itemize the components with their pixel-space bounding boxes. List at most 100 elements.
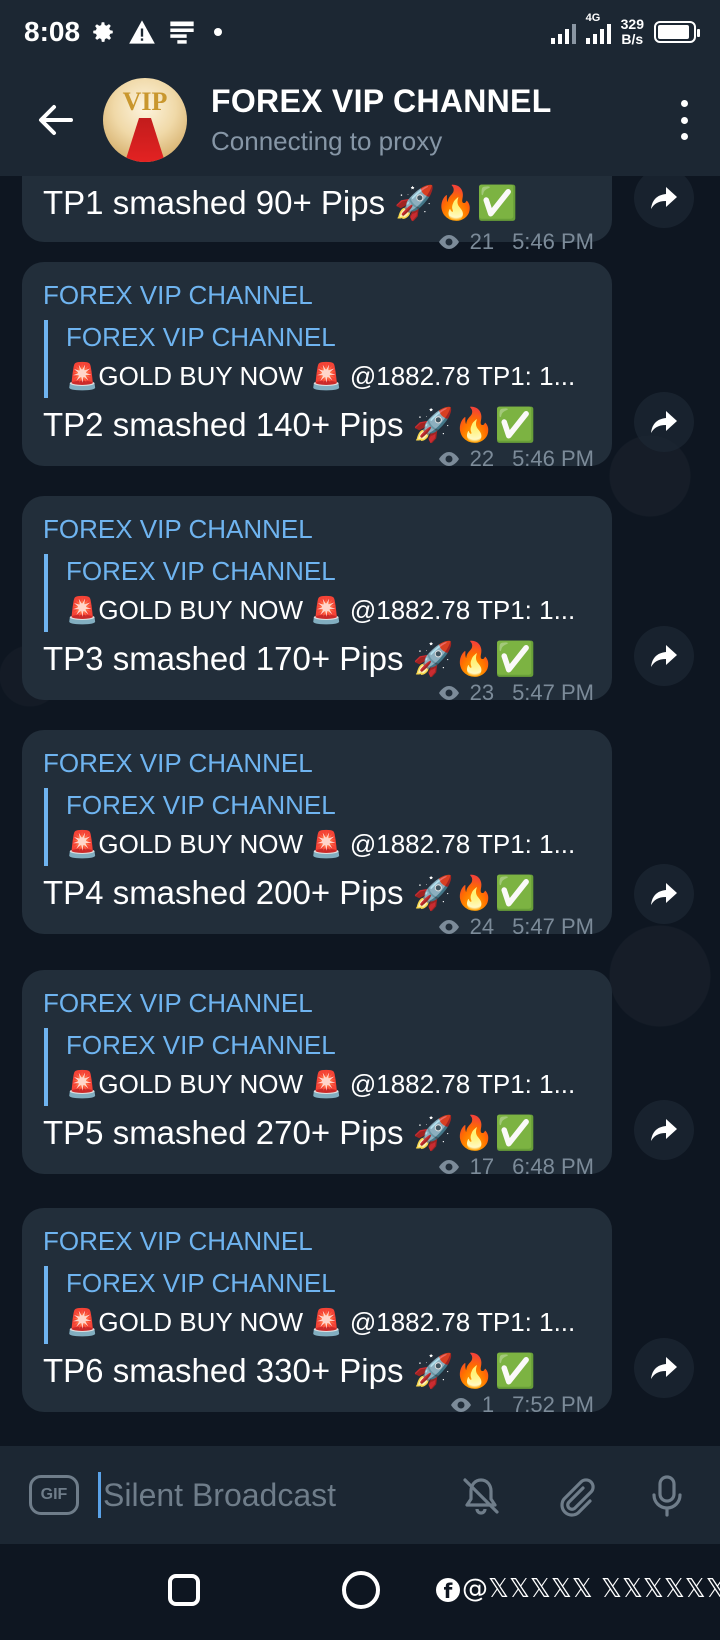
- home-button[interactable]: [342, 1571, 380, 1609]
- gif-button[interactable]: GIF: [29, 1475, 79, 1515]
- forward-button[interactable]: [634, 1338, 694, 1398]
- watermark-text: @𝕏𝕏𝕏𝕏𝕏 𝕏𝕏𝕏𝕏𝕏𝕏: [462, 1574, 720, 1604]
- speed-value: 329: [620, 16, 644, 32]
- reply-quote[interactable]: FOREX VIP CHANNEL 🚨GOLD BUY NOW 🚨 @1882.…: [44, 320, 592, 398]
- wifi-signal-icon: [550, 20, 576, 44]
- reply-quote[interactable]: FOREX VIP CHANNEL 🚨GOLD BUY NOW 🚨 @1882.…: [44, 1266, 592, 1344]
- channel-title: FOREX VIP CHANNEL: [211, 83, 552, 119]
- quote-sender: FOREX VIP CHANNEL: [66, 322, 336, 352]
- back-button[interactable]: [23, 88, 87, 152]
- view-count: 22: [469, 446, 495, 471]
- quote-sender: FOREX VIP CHANNEL: [66, 556, 336, 586]
- forward-button[interactable]: [634, 1100, 694, 1160]
- quote-text: 🚨GOLD BUY NOW 🚨 @1882.78 TP1: 1...: [66, 829, 576, 859]
- facebook-icon: f: [436, 1577, 460, 1603]
- silent-broadcast-toggle[interactable]: [458, 1473, 504, 1519]
- views-eye-icon: [450, 1398, 471, 1412]
- network-speed: 329 B/s: [621, 17, 644, 47]
- status-time: 8:08: [24, 16, 81, 47]
- quote-text: 🚨GOLD BUY NOW 🚨 @1882.78 TP1: 1...: [66, 1069, 576, 1099]
- share-arrow-icon: [651, 411, 677, 433]
- channel-status: Connecting to proxy: [211, 126, 443, 156]
- view-count: 21: [469, 229, 495, 254]
- message-time: 5:47 PM: [512, 680, 594, 705]
- message-meta: 24 5:47 PM: [436, 914, 594, 940]
- quote-sender: FOREX VIP CHANNEL: [66, 790, 336, 820]
- message-sender: FOREX VIP CHANNEL: [43, 280, 313, 310]
- views-eye-icon: [438, 1160, 459, 1174]
- message-time: 7:52 PM: [512, 1392, 594, 1417]
- reply-quote[interactable]: FOREX VIP CHANNEL 🚨GOLD BUY NOW 🚨 @1882.…: [44, 1028, 592, 1106]
- share-arrow-icon: [651, 883, 677, 905]
- message-input-bar: GIF Silent Broadcast: [0, 1446, 720, 1544]
- quote-sender: FOREX VIP CHANNEL: [66, 1030, 336, 1060]
- quote-text: 🚨GOLD BUY NOW 🚨 @1882.78 TP1: 1...: [66, 595, 576, 625]
- message-meta: 21 5:46 PM: [436, 229, 594, 255]
- message-sender: FOREX VIP CHANNEL: [43, 988, 313, 1018]
- voice-record-button[interactable]: [644, 1473, 690, 1519]
- warning-icon: [129, 20, 155, 44]
- message-bubble[interactable]: FOREX VIP CHANNEL FOREX VIP CHANNEL 🚨GOL…: [22, 730, 612, 939]
- speed-unit: B/s: [621, 31, 644, 47]
- message-sender: FOREX VIP CHANNEL: [43, 748, 313, 778]
- share-arrow-icon: [651, 1119, 677, 1141]
- reply-quote[interactable]: FOREX VIP CHANNEL 🚨GOLD BUY NOW 🚨 @1882.…: [44, 554, 592, 632]
- message-sender: FOREX VIP CHANNEL: [43, 1226, 313, 1256]
- message-time: 6:48 PM: [512, 1154, 594, 1179]
- network-type-label: 4G: [585, 12, 601, 24]
- status-system-icons: 4G 329 B/s: [550, 12, 700, 47]
- notification-dot: [214, 28, 223, 36]
- input-placeholder: Silent Broadcast: [103, 1476, 337, 1513]
- avatar-vip-text: VIP: [122, 87, 168, 116]
- recent-apps-button[interactable]: [168, 1574, 200, 1606]
- views-eye-icon: [438, 452, 459, 466]
- arrow-left-icon: [39, 105, 73, 135]
- message-bubble[interactable]: FOREX VIP CHANNEL FOREX VIP CHANNEL 🚨GOL…: [22, 496, 612, 705]
- message-meta: 1 7:52 PM: [448, 1392, 594, 1418]
- channel-avatar[interactable]: VIP: [103, 78, 187, 162]
- share-arrow-icon: [651, 645, 677, 667]
- message-meta: 22 5:46 PM: [436, 446, 594, 472]
- bell-off-icon: [463, 1478, 499, 1515]
- dot-icon: [680, 116, 688, 124]
- message-text: TP5 smashed 270+ Pips 🚀🔥✅: [43, 1114, 536, 1151]
- forward-button[interactable]: [634, 864, 694, 924]
- view-count: 23: [469, 680, 495, 705]
- message-time: 5:46 PM: [512, 229, 594, 254]
- view-count: 1: [481, 1392, 495, 1417]
- views-eye-icon: [438, 920, 459, 934]
- view-count: 17: [469, 1154, 495, 1179]
- views-eye-icon: [438, 235, 459, 249]
- red-carpet-graphic: [125, 118, 165, 162]
- share-arrow-icon: [651, 1357, 677, 1379]
- quote-text: 🚨GOLD BUY NOW 🚨 @1882.78 TP1: 1...: [66, 361, 576, 391]
- header-text[interactable]: FOREX VIP CHANNEL Connecting to proxy: [211, 83, 552, 157]
- message-bubble[interactable]: FOREX VIP CHANNEL FOREX VIP CHANNEL 🚨GOL…: [22, 1208, 612, 1417]
- message-text: TP1 smashed 90+ Pips 🚀🔥✅: [43, 184, 518, 221]
- chat-area[interactable]: TP1 smashed 90+ Pips 🚀🔥✅ 21 5:46 PM FORE…: [0, 176, 720, 1446]
- message-sender: FOREX VIP CHANNEL: [43, 514, 313, 544]
- forward-button[interactable]: [634, 626, 694, 686]
- reply-quote[interactable]: FOREX VIP CHANNEL 🚨GOLD BUY NOW 🚨 @1882.…: [44, 788, 592, 866]
- quote-text: 🚨GOLD BUY NOW 🚨 @1882.78 TP1: 1...: [66, 1307, 576, 1337]
- attach-button[interactable]: [552, 1473, 598, 1519]
- message-text: TP4 smashed 200+ Pips 🚀🔥✅: [43, 874, 536, 911]
- message-text: TP3 smashed 170+ Pips 🚀🔥✅: [43, 640, 536, 677]
- message-meta: 17 6:48 PM: [436, 1154, 594, 1180]
- chat-header: VIP FOREX VIP CHANNEL Connecting to prox…: [0, 64, 720, 176]
- forward-button[interactable]: [634, 176, 694, 228]
- more-options-button[interactable]: [678, 100, 690, 140]
- dot-icon: [680, 100, 688, 107]
- cellular-signal-icon: 4G: [585, 12, 611, 44]
- message-input[interactable]: Silent Broadcast: [98, 1471, 428, 1519]
- message-bubble[interactable]: FOREX VIP CHANNEL FOREX VIP CHANNEL 🚨GOL…: [22, 262, 612, 471]
- battery-icon: [654, 21, 700, 43]
- message-meta: 23 5:47 PM: [436, 680, 594, 706]
- message-time: 5:46 PM: [512, 446, 594, 471]
- forward-button[interactable]: [634, 392, 694, 452]
- message-text: TP2 smashed 140+ Pips 🚀🔥✅: [43, 406, 536, 443]
- views-eye-icon: [438, 686, 459, 700]
- message-bubble[interactable]: FOREX VIP CHANNEL FOREX VIP CHANNEL 🚨GOL…: [22, 970, 612, 1179]
- message-bubble[interactable]: TP1 smashed 90+ Pips 🚀🔥✅ 21 5:46 PM: [22, 176, 612, 254]
- screen-cast-icon: [170, 21, 194, 44]
